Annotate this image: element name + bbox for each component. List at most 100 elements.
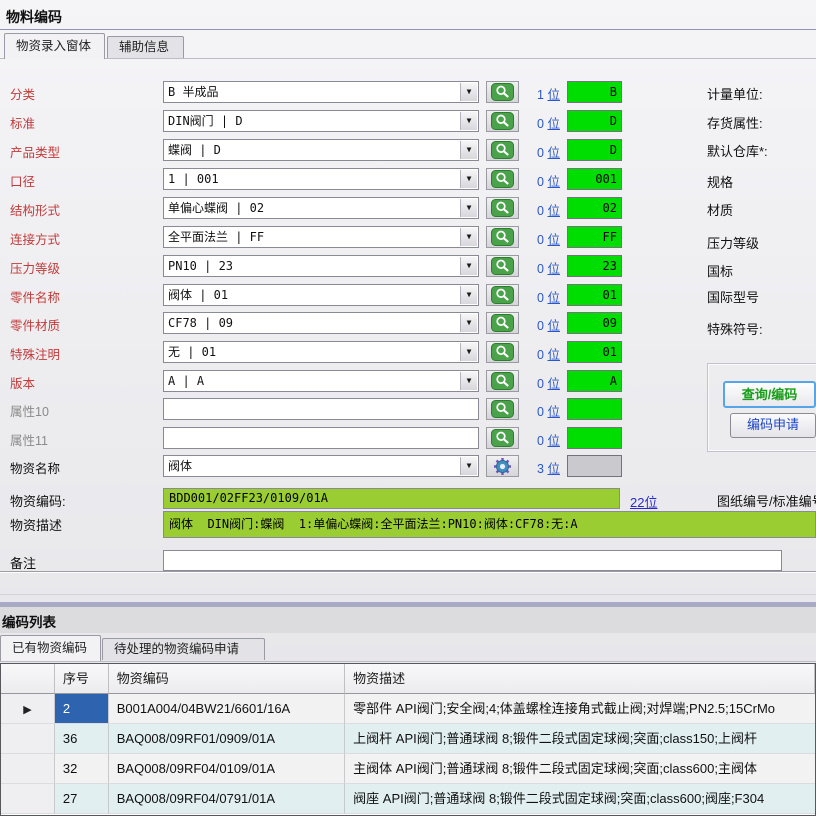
- cell-code[interactable]: B001A004/04BW21/6601/16A: [109, 694, 345, 724]
- table-row-4[interactable]: 27BAQ008/09RF04/0791/01A阀座 API阀门;普通球阀 8;…: [1, 784, 815, 814]
- dropdown-arrow-icon[interactable]: ▼: [460, 141, 477, 159]
- code-box-13: [567, 427, 622, 449]
- tab-entry-form-1[interactable]: 物资录入窗体: [4, 33, 105, 59]
- digit-count-number: 0: [537, 348, 547, 362]
- cell-code[interactable]: BAQ008/09RF04/0791/01A: [109, 784, 345, 814]
- cell-desc[interactable]: 阀座 API阀门;普通球阀 8;锻件二段式固定球阀;突面;class600;阀座…: [345, 784, 815, 814]
- field-label-8: 零件名称: [10, 287, 60, 306]
- cell-seq[interactable]: 27: [55, 784, 109, 814]
- material-desc-field[interactable]: 阀体 DIN阀门:蝶阀 1:单偏心蝶阀:全平面法兰:PN10:阀体:CF78:无…: [163, 511, 816, 538]
- table-row-3[interactable]: 32BAQ008/09RF04/0109/01A主阀体 API阀门;普通球阀 8…: [1, 754, 815, 784]
- digit-count-number: 0: [537, 117, 547, 131]
- field-input-3[interactable]: 蝶阀 | D▼: [163, 139, 479, 161]
- field-input-5[interactable]: 单偏心蝶阀 | 02▼: [163, 197, 479, 219]
- digit-count-3: 0 位: [512, 142, 560, 161]
- tab-code-list-1[interactable]: 已有物资编码: [0, 635, 101, 661]
- magnifier-icon: [491, 343, 514, 361]
- header-selector[interactable]: [1, 664, 55, 694]
- code-list-tabstrip: 已有物资编码待处理的物资编码申请: [0, 635, 816, 662]
- right-label-9: 特殊符号:: [707, 319, 763, 338]
- digit-count-unit: 位: [547, 319, 560, 333]
- query-encode-button[interactable]: 查询/编码: [723, 381, 816, 408]
- right-label-1: 计量单位:: [707, 84, 763, 103]
- row-selector-cell[interactable]: [1, 724, 55, 754]
- cell-desc[interactable]: 零部件 API阀门;安全阀;4;体盖螺栓连接角式截止阀;对焊端;PN2.5;15…: [345, 694, 815, 724]
- tab-code-list-2[interactable]: 待处理的物资编码申请: [102, 638, 265, 660]
- code-box-3: D: [567, 139, 622, 161]
- dropdown-arrow-icon[interactable]: ▼: [460, 83, 477, 101]
- cell-seq[interactable]: 32: [55, 754, 109, 784]
- cell-code[interactable]: BAQ008/09RF01/0909/01A: [109, 724, 345, 754]
- field-input-7[interactable]: PN10 | 23▼: [163, 255, 479, 277]
- cell-seq[interactable]: 36: [55, 724, 109, 754]
- field-input-1[interactable]: B 半成品▼: [163, 81, 479, 103]
- field-input-8[interactable]: 阀体 | 01▼: [163, 284, 479, 306]
- cell-desc[interactable]: 主阀体 API阀门;普通球阀 8;锻件二段式固定球阀;突面;class600;主…: [345, 754, 815, 784]
- dropdown-arrow-icon[interactable]: ▼: [460, 343, 477, 361]
- field-label-6: 连接方式: [10, 229, 60, 248]
- cell-desc[interactable]: 上阀杆 API阀门;普通球阀 8;锻件二段式固定球阀;突面;class150;上…: [345, 724, 815, 754]
- code-apply-button[interactable]: 编码申请: [730, 413, 816, 438]
- dropdown-arrow-icon[interactable]: ▼: [460, 372, 477, 390]
- tab-entry-form-2[interactable]: 辅助信息: [107, 36, 184, 58]
- digit-count-unit: 位: [547, 262, 560, 276]
- field-label-11: 版本: [10, 373, 35, 392]
- digit-count-unit: 位: [547, 88, 560, 102]
- dropdown-arrow-icon[interactable]: ▼: [460, 257, 477, 275]
- table-row-1[interactable]: ▶2B001A004/04BW21/6601/16A零部件 API阀门;安全阀;…: [1, 694, 815, 724]
- table-header-row: 序号物资编码物资描述: [1, 664, 815, 694]
- field-input-11[interactable]: A | A▼: [163, 370, 479, 392]
- magnifier-icon: [491, 228, 514, 246]
- digit-count-number: 0: [537, 175, 547, 189]
- field-input-2[interactable]: DIN阀门 | D▼: [163, 110, 479, 132]
- field-input-13[interactable]: [163, 427, 479, 449]
- field-input-9[interactable]: CF78 | 09▼: [163, 312, 479, 334]
- code-box-7: 23: [567, 255, 622, 277]
- dropdown-arrow-icon[interactable]: ▼: [460, 199, 477, 217]
- digit-count-unit: 位: [547, 146, 560, 160]
- code-box-14: [567, 455, 622, 477]
- dropdown-arrow-icon[interactable]: ▼: [460, 112, 477, 130]
- magnifier-icon: [491, 400, 514, 418]
- magnifier-icon: [491, 372, 514, 390]
- cell-seq[interactable]: 2: [55, 694, 109, 724]
- field-label-12: 属性10: [10, 401, 49, 420]
- material-code-label: 物资编码:: [10, 491, 66, 510]
- dropdown-arrow-icon[interactable]: ▼: [460, 286, 477, 304]
- dropdown-arrow-icon[interactable]: ▼: [460, 170, 477, 188]
- field-input-10[interactable]: 无 | 01▼: [163, 341, 479, 363]
- row-selector-cell[interactable]: [1, 754, 55, 784]
- dropdown-arrow-icon[interactable]: ▼: [460, 314, 477, 332]
- row-selector-cell[interactable]: ▶: [1, 694, 55, 724]
- field-label-4: 口径: [10, 171, 35, 190]
- right-label-2: 存货属性:: [707, 113, 763, 132]
- field-label-9: 零件材质: [10, 315, 60, 334]
- field-input-6[interactable]: 全平面法兰 | FF▼: [163, 226, 479, 248]
- field-label-2: 标准: [10, 113, 35, 132]
- magnifier-icon: [491, 314, 514, 332]
- row-selector-cell[interactable]: [1, 784, 55, 814]
- field-input-14[interactable]: 阀体▼: [163, 455, 479, 477]
- table-row-2[interactable]: 36BAQ008/09RF01/0909/01A上阀杆 API阀门;普通球阀 8…: [1, 724, 815, 754]
- material-code-field[interactable]: BDD001/02FF23/0109/01A: [163, 488, 620, 509]
- dropdown-arrow-icon[interactable]: ▼: [460, 457, 477, 475]
- code-box-1: B: [567, 81, 622, 103]
- field-label-7: 压力等级: [10, 258, 60, 277]
- code-box-9: 09: [567, 312, 622, 334]
- code-box-11: A: [567, 370, 622, 392]
- header-desc[interactable]: 物资描述: [345, 664, 815, 694]
- dropdown-arrow-icon[interactable]: ▼: [460, 228, 477, 246]
- magnifier-icon: [491, 112, 514, 130]
- digit-count-number: 0: [537, 405, 547, 419]
- digit-count-unit: 位: [547, 434, 560, 448]
- field-input-4[interactable]: 1 | 001▼: [163, 168, 479, 190]
- remark-field[interactable]: [163, 550, 782, 571]
- cell-code[interactable]: BAQ008/09RF04/0109/01A: [109, 754, 345, 784]
- right-label-6: 压力等级: [707, 233, 759, 252]
- digit-count-unit: 位: [547, 291, 560, 305]
- magnifier-icon: [491, 141, 514, 159]
- code-list-table: 序号物资编码物资描述▶2B001A004/04BW21/6601/16A零部件 …: [0, 663, 816, 816]
- header-code[interactable]: 物资编码: [109, 664, 345, 694]
- field-input-12[interactable]: [163, 398, 479, 420]
- header-seq[interactable]: 序号: [55, 664, 109, 694]
